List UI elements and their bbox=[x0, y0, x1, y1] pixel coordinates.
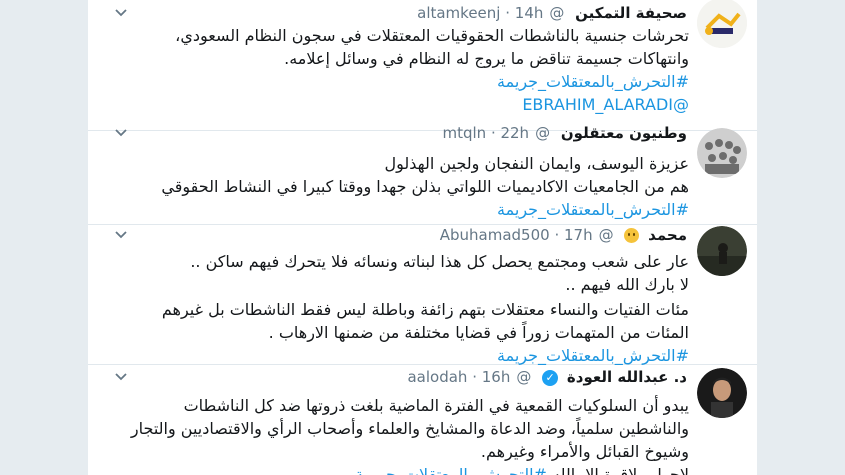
worried-face-emoji bbox=[624, 228, 640, 243]
chevron-down-icon[interactable] bbox=[114, 6, 128, 20]
tweet[interactable]: محمد @Abuhamad500 · 17h عار على شعب ومجت… bbox=[88, 224, 757, 365]
tweet-text-line: المئات من المتهمات زوراً في قضايا مختلفة… bbox=[268, 323, 689, 342]
author-name[interactable]: د. عبدالله العودة bbox=[567, 368, 687, 386]
avatar[interactable] bbox=[697, 0, 747, 48]
tweet-text-line: تحرشات جنسية بالناشطات الحقوقيات المعتقل… bbox=[175, 26, 689, 45]
tweet-time[interactable]: · 17h bbox=[554, 226, 592, 244]
tweet-text-line: يبدو أن السلوكيات القمعية في الفترة الما… bbox=[183, 396, 689, 415]
tweet-text-line: وانتهاكات جسيمة تناقض ما يروج له النظام … bbox=[284, 49, 689, 68]
hashtag-link[interactable]: #التحرش_بالمعتقلات_جريمة bbox=[355, 465, 547, 475]
tweet-time[interactable]: · 16h bbox=[472, 368, 510, 386]
tweet-text-line: هم من الجامعيات الاكاديميات اللواتي بذلن… bbox=[161, 177, 689, 196]
author-handle[interactable]: @aalodah bbox=[407, 368, 531, 386]
page-background-left bbox=[0, 0, 88, 475]
tweet-time[interactable]: · 22h bbox=[491, 124, 529, 142]
tweet-text-line: لاحول ولاقوة إلا بالله #التحرش_بالمعتقلا… bbox=[89, 463, 689, 475]
avatar[interactable] bbox=[697, 128, 747, 178]
hashtag-link[interactable]: #التحرش_بالمعتقلات_جريمة bbox=[89, 70, 689, 93]
tweet-text-line: والناشطين سلمياً، وضد الدعاة والمشايخ وا… bbox=[130, 419, 689, 438]
tweet-time[interactable]: · 14h bbox=[505, 4, 543, 22]
tweet-text: لاحول ولاقوة إلا بالله bbox=[552, 465, 689, 475]
tweet[interactable]: د. عبدالله العودة ✓ @aalodah · 16h يبدو … bbox=[88, 364, 757, 475]
chevron-down-icon[interactable] bbox=[114, 370, 128, 384]
chevron-down-icon[interactable] bbox=[114, 228, 128, 242]
tweet-text-line: لا بارك الله فيهم .. bbox=[565, 275, 689, 294]
tweet-text-line: عزيزة اليوسف، وايمان النفجان ولجين الهذل… bbox=[384, 154, 689, 173]
avatar[interactable] bbox=[697, 226, 747, 276]
author-name[interactable]: وطنيون معتقلون bbox=[561, 124, 687, 142]
hashtag-link[interactable]: #التحرش_بالمعتقلات_جريمة bbox=[89, 198, 689, 221]
mention-link[interactable]: @EBRAHIM_ALARADI bbox=[89, 93, 689, 116]
tweet-feed: صحيفة التمكين @altamkeenj · 14h تحرشات ج… bbox=[88, 0, 757, 475]
tweet-text-line: مئات الفتيات والنساء معتقلات بتهم زائفة … bbox=[161, 300, 689, 319]
chevron-down-icon[interactable] bbox=[114, 126, 128, 140]
tweet[interactable]: وطنيون معتقلون @mtqln · 22h عزيزة اليوسف… bbox=[88, 118, 757, 225]
tweet-text-line: عار على شعب ومجتمع يحصل كل هذا لبناته ون… bbox=[190, 252, 689, 271]
page-background-right bbox=[757, 0, 845, 475]
tweet-text-line: وشيوخ القبائل والأمراء وغيرهم. bbox=[480, 442, 689, 461]
avatar[interactable] bbox=[697, 368, 747, 418]
verified-badge-icon: ✓ bbox=[542, 369, 559, 386]
author-name[interactable]: صحيفة التمكين bbox=[575, 4, 687, 22]
tweet[interactable]: صحيفة التمكين @altamkeenj · 14h تحرشات ج… bbox=[88, 0, 757, 131]
author-name[interactable]: محمد bbox=[648, 226, 687, 244]
